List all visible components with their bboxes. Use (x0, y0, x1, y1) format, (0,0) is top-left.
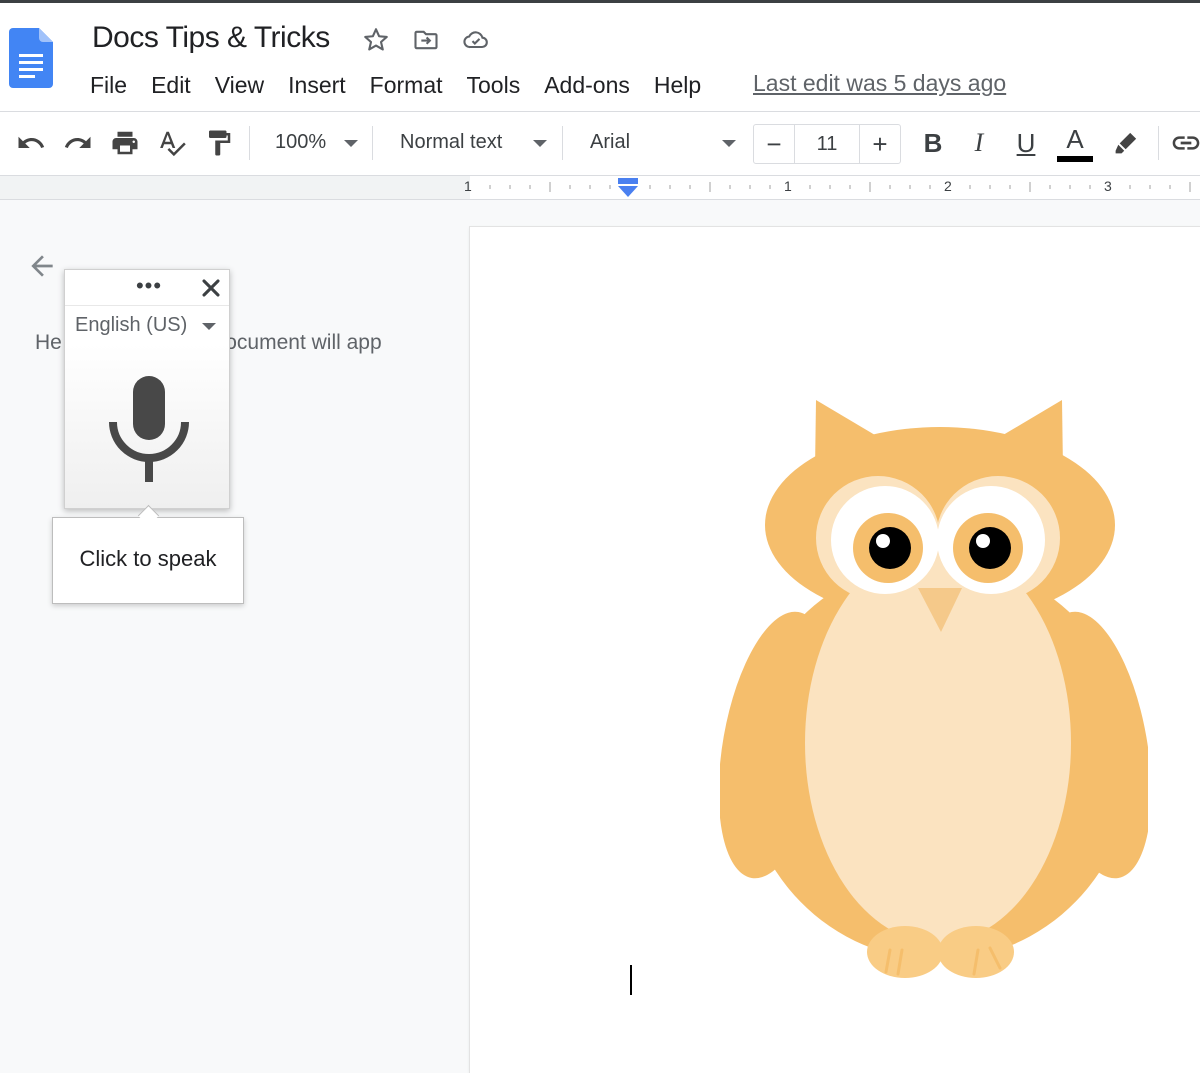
text-color-indicator-bar (1057, 156, 1093, 162)
indent-marker-icon[interactable] (617, 178, 639, 198)
paint-format-icon[interactable] (203, 127, 235, 159)
redo-icon[interactable] (62, 127, 94, 159)
docs-header: Docs Tips & Tricks File Edit View Insert… (0, 3, 1200, 112)
voice-typing-widget: ••• English (US) (64, 269, 230, 509)
font-size-input[interactable]: 11 (795, 125, 859, 163)
toolbar-divider (562, 126, 563, 160)
undo-icon[interactable] (15, 127, 47, 159)
font-size-stepper: − 11 + (753, 124, 901, 164)
decrease-font-size-button[interactable]: − (754, 125, 795, 163)
star-icon[interactable] (362, 26, 390, 54)
text-cursor (630, 965, 632, 995)
document-title[interactable]: Docs Tips & Tricks (92, 21, 330, 55)
toolbar-divider (1158, 126, 1159, 160)
menu-add-ons[interactable]: Add-ons (532, 72, 642, 99)
click-to-speak-tooltip: Click to speak (52, 504, 244, 604)
menu-tools[interactable]: Tools (455, 72, 533, 99)
menu-help[interactable]: Help (642, 72, 713, 99)
language-select[interactable]: English (US) (65, 305, 229, 345)
font-select[interactable]: Arial (590, 131, 630, 154)
menu-view[interactable]: View (203, 72, 276, 99)
last-edit-link[interactable]: Last edit was 5 days ago (753, 70, 1006, 97)
cloud-saved-icon[interactable] (462, 26, 490, 54)
menu-bar: File Edit View Insert Format Tools Add-o… (78, 67, 713, 103)
formatting-toolbar: 100% Normal text Arial − 11 + B I U A (0, 112, 1200, 176)
move-to-folder-icon[interactable] (412, 26, 440, 54)
spelling-grammar-check-icon[interactable] (156, 127, 188, 159)
menu-edit[interactable]: Edit (139, 72, 203, 99)
owl-image[interactable] (720, 396, 1148, 986)
tooltip-text: Click to speak (79, 546, 217, 571)
increase-font-size-button[interactable]: + (859, 125, 900, 163)
language-dropdown-caret-icon (202, 323, 216, 330)
back-arrow-icon[interactable] (26, 250, 58, 282)
insert-link-icon[interactable] (1170, 127, 1200, 159)
zoom-select[interactable]: 100% (275, 131, 326, 154)
menu-insert[interactable]: Insert (276, 72, 358, 99)
ruler-label: 2 (944, 178, 952, 194)
italic-button[interactable]: I (962, 126, 996, 160)
microphone-icon (109, 376, 189, 482)
zoom-dropdown-caret-icon[interactable] (344, 140, 358, 147)
close-icon[interactable] (197, 274, 225, 302)
language-label: English (US) (75, 314, 188, 336)
font-dropdown-caret-icon[interactable] (722, 140, 736, 147)
text-color-button[interactable]: A (1058, 122, 1092, 156)
menu-file[interactable]: File (78, 72, 139, 99)
microphone-button[interactable] (65, 344, 229, 508)
voice-options-button[interactable]: ••• (129, 275, 169, 300)
highlight-color-icon[interactable] (1110, 127, 1142, 159)
paragraph-style-select[interactable]: Normal text (400, 131, 502, 154)
ruler-label: 1 (784, 178, 792, 194)
toolbar-divider (249, 126, 250, 160)
google-docs-logo-icon[interactable] (9, 28, 53, 88)
menu-format[interactable]: Format (358, 72, 455, 99)
bold-button[interactable]: B (916, 126, 950, 160)
style-dropdown-caret-icon[interactable] (533, 140, 547, 147)
horizontal-ruler[interactable]: 1 1 2 3 (0, 176, 1200, 200)
toolbar-divider (372, 126, 373, 160)
ruler-ticks (489, 182, 1191, 192)
ruler-label: 1 (464, 178, 472, 194)
underline-button[interactable]: U (1009, 126, 1043, 160)
print-icon[interactable] (109, 127, 141, 159)
ruler-label: 3 (1104, 178, 1112, 194)
